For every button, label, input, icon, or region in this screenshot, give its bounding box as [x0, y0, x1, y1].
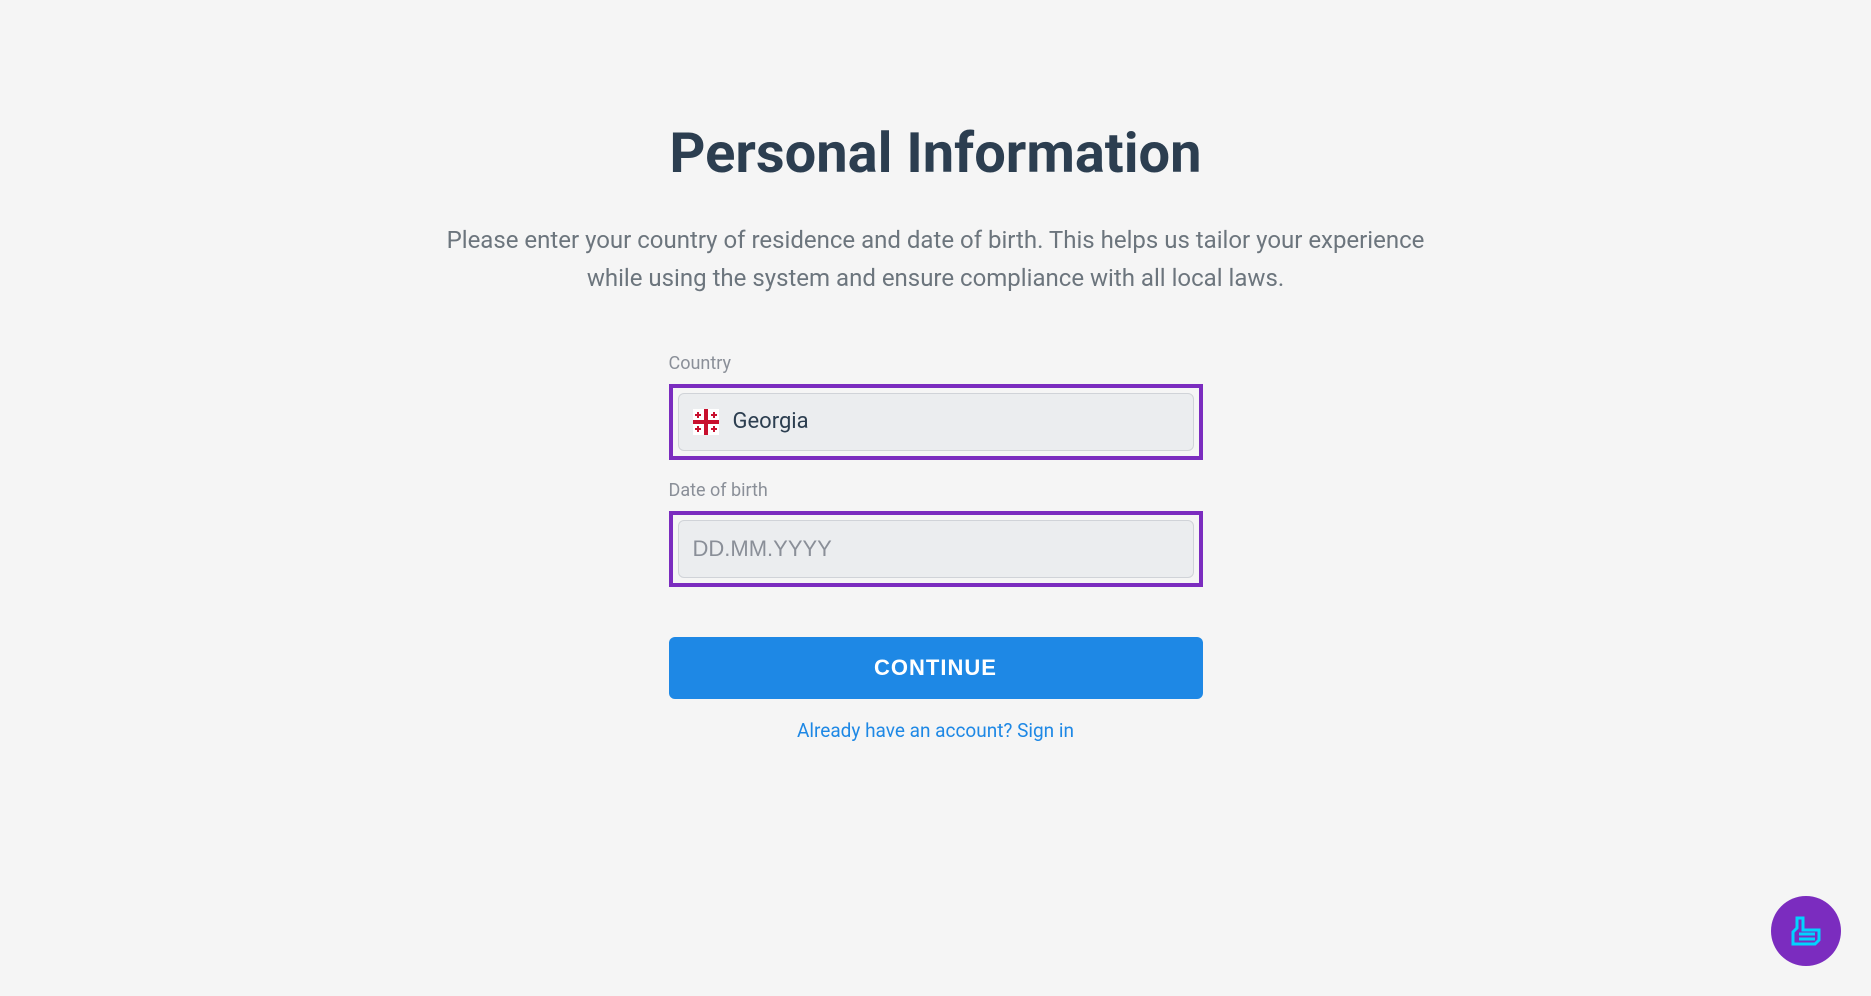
continue-button[interactable]: CONTINUE: [669, 637, 1203, 699]
form-container: Country: [669, 353, 1203, 742]
country-select[interactable]: Georgia: [678, 393, 1194, 451]
logo-badge[interactable]: [1771, 896, 1841, 966]
page-description: Please enter your country of residence a…: [436, 221, 1436, 298]
country-field-wrapper: Georgia: [669, 384, 1203, 460]
country-label: Country: [669, 353, 1203, 374]
georgia-flag-icon: [693, 409, 719, 435]
dob-field-wrapper: [669, 511, 1203, 587]
dob-input[interactable]: [693, 521, 1179, 577]
page-title: Personal Information: [669, 120, 1201, 186]
logo-icon: [1785, 910, 1827, 952]
sign-in-link[interactable]: Already have an account? Sign in: [669, 719, 1203, 742]
dob-field: [678, 520, 1194, 578]
country-value: Georgia: [733, 409, 809, 434]
dob-label: Date of birth: [669, 480, 1203, 501]
